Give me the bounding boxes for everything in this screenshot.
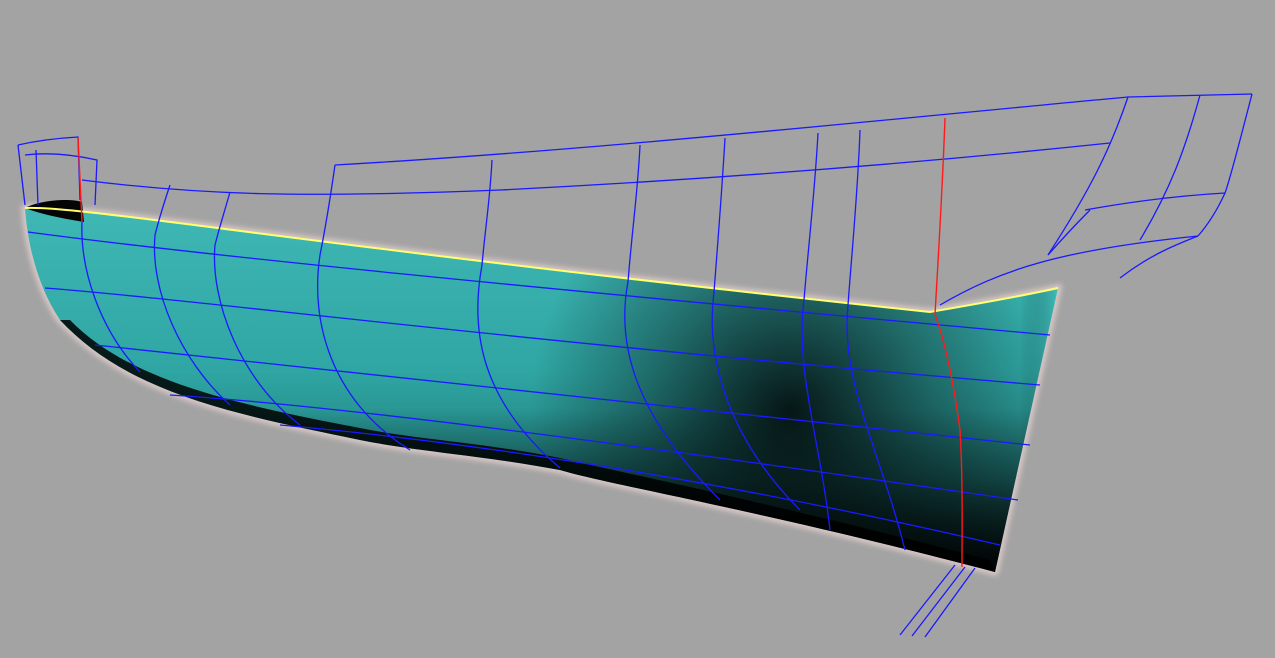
wire-stem-2 [911, 566, 966, 637]
wire-stem-1 [899, 564, 956, 636]
wire-stem-3 [924, 567, 976, 638]
wire-bulwark-line [1084, 192, 1226, 211]
wire-station-top-4 [481, 159, 493, 266]
hull-bow-highlight [930, 288, 1058, 572]
wire-bow-arc-2 [1047, 209, 1091, 256]
wire-bow-lower [939, 235, 1199, 306]
wire-stern-3 [17, 144, 26, 206]
wire-stern-4 [35, 149, 39, 206]
wire-station-top-11 [1197, 93, 1253, 237]
wire-station-top-7 [803, 132, 819, 301]
wire-station-top-9 [1047, 96, 1129, 256]
wire-bow-arc-1 [1119, 235, 1199, 279]
wire-stern-1 [17, 136, 81, 201]
wire-station-top-8 [847, 129, 861, 306]
wire-station-top-6 [713, 137, 726, 293]
3d-viewport[interactable] [0, 0, 1275, 658]
viewport-canvas[interactable] [0, 0, 1275, 658]
wire-deck-top [334, 93, 1253, 166]
wire-station-top-10 [1139, 94, 1201, 241]
wire-station-top-5 [627, 144, 641, 283]
wire-deck-upper [81, 142, 1111, 195]
hull-surface[interactable] [24, 200, 1059, 572]
